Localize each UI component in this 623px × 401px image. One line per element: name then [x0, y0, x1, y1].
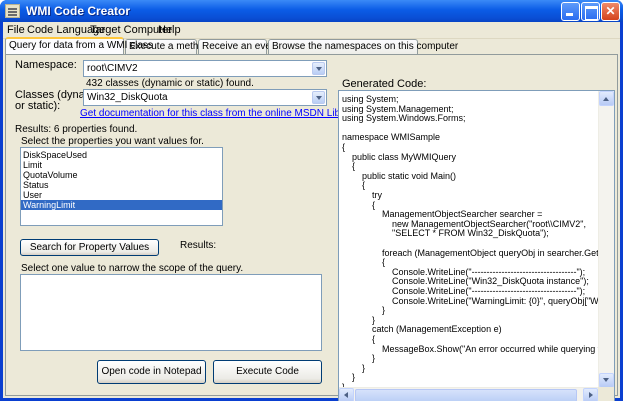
query-panel: Namespace: root\CIMV2 432 classes (dynam…	[5, 54, 618, 401]
generated-code-label: Generated Code:	[342, 78, 427, 90]
horizontal-scrollbar[interactable]	[339, 387, 614, 401]
scrollbar-corner	[598, 387, 614, 401]
code-line: }	[342, 314, 376, 325]
class-value: Win32_DiskQuota	[87, 92, 168, 103]
code-line: using System;	[342, 94, 399, 104]
properties-listbox[interactable]: DiskSpaceUsed Limit QuotaVolume Status U…	[20, 147, 223, 226]
code-line: Console.WriteLine("Win32_DiskQuota insta…	[342, 276, 589, 287]
code-line: }	[342, 353, 376, 364]
vertical-scrollbar[interactable]	[598, 91, 614, 388]
title-bar[interactable]: WMI Code Creator ✕	[0, 0, 623, 22]
code-line: Console.WriteLine("---------------------…	[342, 266, 586, 277]
scroll-right-icon[interactable]	[583, 388, 598, 401]
values-box[interactable]	[20, 274, 322, 351]
code-line: new ManagementObjectSearcher("root\\CIMV…	[342, 218, 586, 229]
code-line: {	[342, 334, 376, 344]
code-line: ManagementObjectSearcher searcher =	[342, 209, 543, 220]
search-property-values-button[interactable]: Search for Property Values	[20, 239, 159, 256]
chevron-down-icon[interactable]	[312, 91, 325, 104]
code-line: {	[342, 199, 376, 210]
code-line: Console.WriteLine("WarningLimit: {0}", q…	[392, 295, 614, 306]
narrow-scope-label: Select one value to narrow the scope of …	[21, 263, 244, 274]
list-item-selected[interactable]: WarningLimit	[21, 200, 222, 210]
select-properties-label: Select the properties you want values fo…	[21, 136, 204, 147]
tab-browse-namespaces[interactable]: Browse the namespaces on this computer	[268, 39, 458, 54]
code-line: public class MyWMIQuery	[342, 151, 457, 162]
classes-label-line2: or static):	[15, 100, 61, 112]
namespace-label: Namespace:	[15, 59, 77, 71]
horizontal-scroll-thumb[interactable]	[355, 389, 577, 401]
scroll-down-icon[interactable]	[599, 373, 614, 388]
code-textbox[interactable]: using System; using System.Management; usi…	[338, 90, 615, 401]
code-line: {	[342, 180, 366, 191]
list-item[interactable]: Limit	[21, 160, 222, 170]
minimize-button[interactable]	[561, 2, 580, 21]
list-item[interactable]: User	[21, 190, 222, 200]
open-notepad-button[interactable]: Open code in Notepad	[97, 360, 206, 384]
list-item[interactable]: DiskSpaceUsed	[21, 150, 222, 160]
code-line: Console.WriteLine("---------------------…	[342, 286, 586, 296]
code-line: public static void Main()	[342, 170, 457, 181]
code-line: "SELECT * FROM Win32_DiskQuota");	[342, 228, 549, 239]
menu-file[interactable]: File	[7, 24, 25, 36]
close-button[interactable]: ✕	[601, 2, 620, 21]
namespace-combo[interactable]: root\CIMV2	[83, 60, 327, 77]
chevron-down-icon[interactable]	[312, 62, 325, 75]
code-line: {	[342, 142, 346, 152]
namespace-value: root\CIMV2	[87, 63, 138, 74]
menu-help[interactable]: Help	[158, 24, 181, 36]
code-line: }	[342, 372, 356, 383]
scroll-left-icon[interactable]	[339, 388, 354, 401]
results-label: Results:	[180, 240, 217, 251]
code-line: }	[342, 362, 366, 373]
msdn-doc-link[interactable]: Get documentation for this class from th…	[80, 108, 359, 119]
code-line: {	[342, 257, 386, 268]
code-line: }	[342, 305, 386, 316]
results-count-text: Results: 6 properties found.	[15, 124, 138, 135]
scroll-up-icon[interactable]	[599, 91, 614, 106]
code-line: using System.Windows.Forms;	[342, 113, 466, 124]
code-line: foreach (ManagementObject queryObj in se…	[342, 247, 608, 258]
app-window: WMI Code Creator ✕ File Code Language Ta…	[0, 0, 623, 401]
code-line: using System.Management;	[342, 103, 454, 114]
client-area: File Code Language Target Computer Help …	[3, 22, 620, 401]
tab-query-data[interactable]: Query for data from a WMI class	[5, 37, 153, 54]
classes-found-text: 432 classes (dynamic or static) found.	[86, 78, 254, 89]
tab-receive-event[interactable]: Receive an event	[198, 39, 279, 54]
list-item[interactable]: QuotaVolume	[21, 170, 222, 180]
code-line: MessageBox.Show("An error occurred while…	[382, 343, 614, 354]
code-line: catch (ManagementException e)	[342, 324, 502, 335]
code-line: namespace WMISample	[342, 132, 441, 143]
app-icon	[5, 4, 20, 18]
code-line: try	[342, 190, 383, 200]
list-item[interactable]: Status	[21, 180, 222, 190]
class-combo[interactable]: Win32_DiskQuota	[83, 89, 327, 106]
window-title: WMI Code Creator	[26, 4, 131, 18]
maximize-button[interactable]	[581, 2, 600, 21]
code-line: {	[342, 161, 356, 172]
execute-code-button[interactable]: Execute Code	[213, 360, 322, 384]
